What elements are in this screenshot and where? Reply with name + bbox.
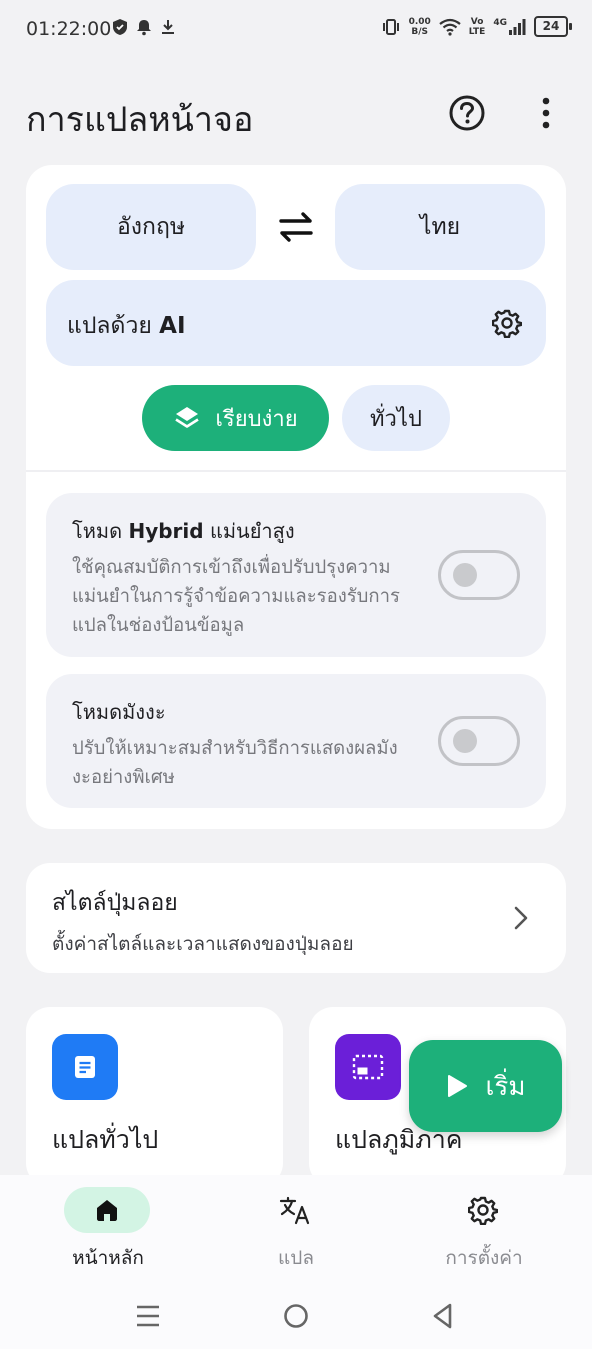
nav-home-label: หน้าหลัก — [72, 1247, 144, 1269]
hybrid-mode-toggle[interactable] — [438, 550, 520, 600]
settings-icon — [468, 1196, 498, 1225]
mode-general-button[interactable]: ทั่วไป — [342, 385, 450, 451]
more-options-button[interactable] — [530, 92, 562, 134]
play-icon — [447, 1075, 467, 1097]
toggle-knob — [453, 563, 477, 587]
hybrid-mode-option: โหมด Hybrid แม่นยำสูง ใช้คุณสมบัติการเข้… — [46, 493, 546, 657]
status-notification-icons — [112, 18, 176, 36]
network-type: 4G — [493, 17, 507, 28]
nav-home[interactable]: หน้าหลัก — [18, 1175, 198, 1275]
status-bar: 01:22:00 0.00 B/S Vo LTE 4G 24 — [0, 0, 592, 60]
network-speed: 0.00 B/S — [409, 17, 431, 37]
more-vertical-icon — [542, 97, 550, 129]
app-header: การแปลหน้าจอ — [0, 80, 592, 150]
target-language-button[interactable]: ไทย — [335, 184, 545, 270]
start-button[interactable]: เริ่ม — [409, 1040, 562, 1132]
help-icon — [449, 95, 485, 131]
system-navigation-bar — [0, 1275, 592, 1349]
bottom-navigation: หน้าหลัก แปล การตั้งค่า — [0, 1175, 592, 1275]
battery-indicator: 24 — [534, 16, 572, 37]
nav-settings-label: การตั้งค่า — [445, 1247, 523, 1269]
nav-translate-indicator — [252, 1187, 338, 1233]
nav-translate[interactable]: แปล — [206, 1175, 386, 1275]
hybrid-title-bold: Hybrid — [128, 519, 204, 543]
back-button[interactable] — [428, 1301, 458, 1331]
status-system-icons: 0.00 B/S Vo LTE 4G 24 — [381, 16, 572, 37]
translate-icon — [279, 1196, 310, 1225]
hybrid-mode-description: ใช้คุณสมบัติการเข้าถึงเพื่อปรับปรุงความแ… — [72, 557, 400, 636]
menu-icon — [137, 1305, 159, 1327]
vibrate-icon — [382, 18, 399, 35]
home-icon — [97, 1200, 117, 1221]
ai-engine-row[interactable]: แปลด้วย AI — [46, 280, 546, 366]
signal-icon — [509, 18, 526, 35]
volte-bottom: LTE — [468, 26, 486, 37]
net-speed-unit: B/S — [411, 26, 428, 37]
swap-icon — [279, 212, 313, 242]
shield-icon — [113, 19, 127, 35]
back-triangle-icon — [433, 1303, 452, 1329]
translation-settings-card: อังกฤษ ไทย แปลด้วย AI เรียบง่าย ทั่วไป โ… — [26, 165, 566, 829]
circle-icon — [284, 1304, 308, 1328]
nav-home-indicator — [64, 1187, 150, 1233]
source-language-button[interactable]: อังกฤษ — [46, 184, 256, 270]
cell-signal: 4G — [493, 18, 526, 36]
manga-mode-description: ปรับให้เหมาะสมสำหรับวิธีการแสดงผลมังงะอย… — [72, 738, 398, 788]
hybrid-mode-title: โหมด Hybrid แม่นยำสูง — [72, 515, 295, 547]
volte-top: Vo — [470, 16, 484, 27]
nav-settings-indicator — [440, 1187, 526, 1233]
help-button[interactable] — [446, 92, 488, 134]
bell-icon — [137, 20, 151, 36]
floating-button-style-row[interactable]: สไตล์ปุ่มลอย ตั้งค่าสไตล์และเวลาแสดงของป… — [26, 863, 566, 973]
swap-languages-button[interactable] — [276, 209, 316, 245]
hybrid-title-suffix: แม่นยำสูง — [203, 519, 295, 543]
chevron-right-icon — [514, 906, 528, 930]
manga-mode-toggle[interactable] — [438, 716, 520, 766]
hybrid-title-prefix: โหมด — [72, 519, 129, 543]
ai-engine-label-bold: AI — [159, 313, 186, 339]
start-button-label: เริ่ม — [485, 1071, 526, 1102]
recents-button[interactable] — [134, 1301, 164, 1331]
mode-simple-label: เรียบง่าย — [215, 406, 298, 432]
general-translate-title: แปลทั่วไป — [52, 1125, 159, 1154]
mode-simple-button[interactable]: เรียบง่าย — [142, 385, 329, 451]
wifi-icon — [439, 18, 461, 36]
page-title: การแปลหน้าจอ — [26, 100, 254, 140]
gear-icon — [491, 309, 523, 339]
general-translate-card[interactable]: แปลทั่วไป — [26, 1007, 283, 1187]
ai-engine-label-prefix: แปลด้วย — [67, 313, 160, 339]
volte-indicator: Vo LTE — [469, 17, 486, 37]
download-icon — [162, 20, 174, 34]
nav-translate-label: แปล — [278, 1247, 314, 1269]
region-select-icon — [335, 1034, 401, 1100]
document-icon — [52, 1034, 118, 1100]
nav-settings[interactable]: การตั้งค่า — [394, 1175, 574, 1275]
net-speed-value: 0.00 — [408, 16, 431, 27]
floating-style-title: สไตล์ปุ่มลอย — [52, 890, 178, 916]
divider — [26, 470, 566, 472]
ai-engine-label: แปลด้วย AI — [67, 308, 186, 344]
status-time: 01:22:00 — [26, 18, 112, 40]
layers-icon — [175, 407, 200, 428]
toggle-knob — [453, 729, 477, 753]
manga-mode-title: โหมดมังงะ — [72, 700, 166, 724]
floating-style-description: ตั้งค่าสไตล์และเวลาแสดงของปุ่มลอย — [52, 933, 354, 955]
manga-mode-option: โหมดมังงะ ปรับให้เหมาะสมสำหรับวิธีการแสด… — [46, 674, 546, 808]
home-button[interactable] — [281, 1301, 311, 1331]
ai-engine-settings-button[interactable] — [491, 308, 523, 339]
